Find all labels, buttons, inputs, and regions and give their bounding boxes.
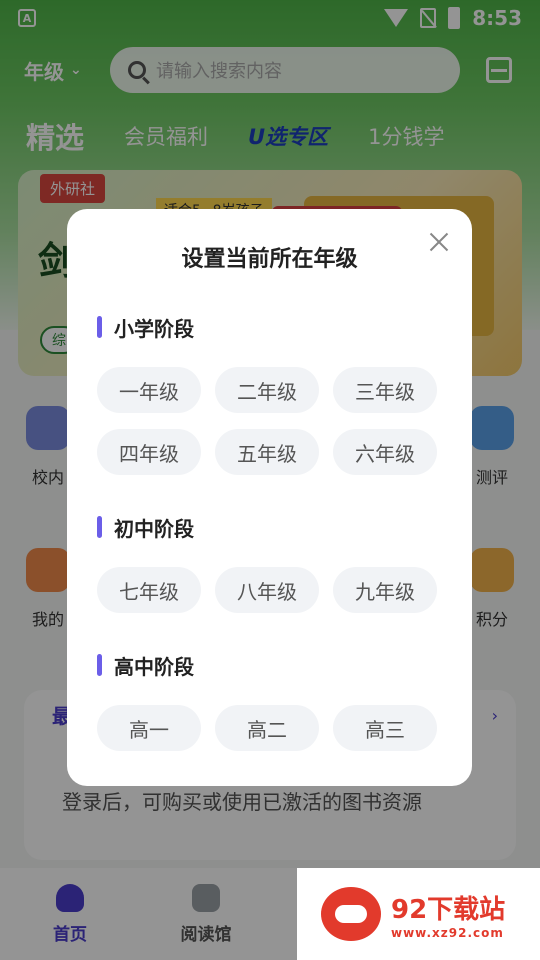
grade-chip-6[interactable]: 六年级: [333, 429, 437, 475]
grade-chip-3[interactable]: 三年级: [333, 367, 437, 413]
section-title: 小学阶段: [114, 316, 194, 341]
grade-chip-senior-1[interactable]: 高一: [97, 705, 201, 751]
grade-chip-9[interactable]: 九年级: [333, 567, 437, 613]
section-marker: [97, 654, 102, 676]
section-primary: 小学阶段 一年级 二年级 三年级 四年级 五年级 六年级: [97, 313, 447, 475]
dialog-title: 设置当前所在年级: [181, 247, 358, 272]
section-title: 初中阶段: [114, 516, 194, 541]
close-icon[interactable]: [428, 231, 450, 253]
grade-chip-1[interactable]: 一年级: [97, 367, 201, 413]
grade-chip-8[interactable]: 八年级: [215, 567, 319, 613]
site-watermark: 92下载站 www.xz92.com: [297, 868, 540, 960]
grade-chip-7[interactable]: 七年级: [97, 567, 201, 613]
grade-chip-2[interactable]: 二年级: [215, 367, 319, 413]
grade-chip-5[interactable]: 五年级: [215, 429, 319, 475]
section-marker: [97, 316, 102, 338]
grade-chip-senior-3[interactable]: 高三: [333, 705, 437, 751]
gamepad-logo-icon: [321, 887, 381, 941]
grade-dialog: 设置当前所在年级 小学阶段 一年级 二年级 三年级 四年级 五年级 六年级 初中…: [67, 209, 472, 786]
section-marker: [97, 516, 102, 538]
section-title: 高中阶段: [114, 654, 194, 679]
watermark-url: www.xz92.com: [391, 925, 504, 940]
section-junior: 初中阶段 七年级 八年级 九年级: [97, 513, 447, 613]
grade-chip-4[interactable]: 四年级: [97, 429, 201, 475]
watermark-name: 92下载站: [391, 894, 506, 925]
section-senior: 高中阶段 高一 高二 高三: [97, 651, 447, 751]
grade-chip-senior-2[interactable]: 高二: [215, 705, 319, 751]
